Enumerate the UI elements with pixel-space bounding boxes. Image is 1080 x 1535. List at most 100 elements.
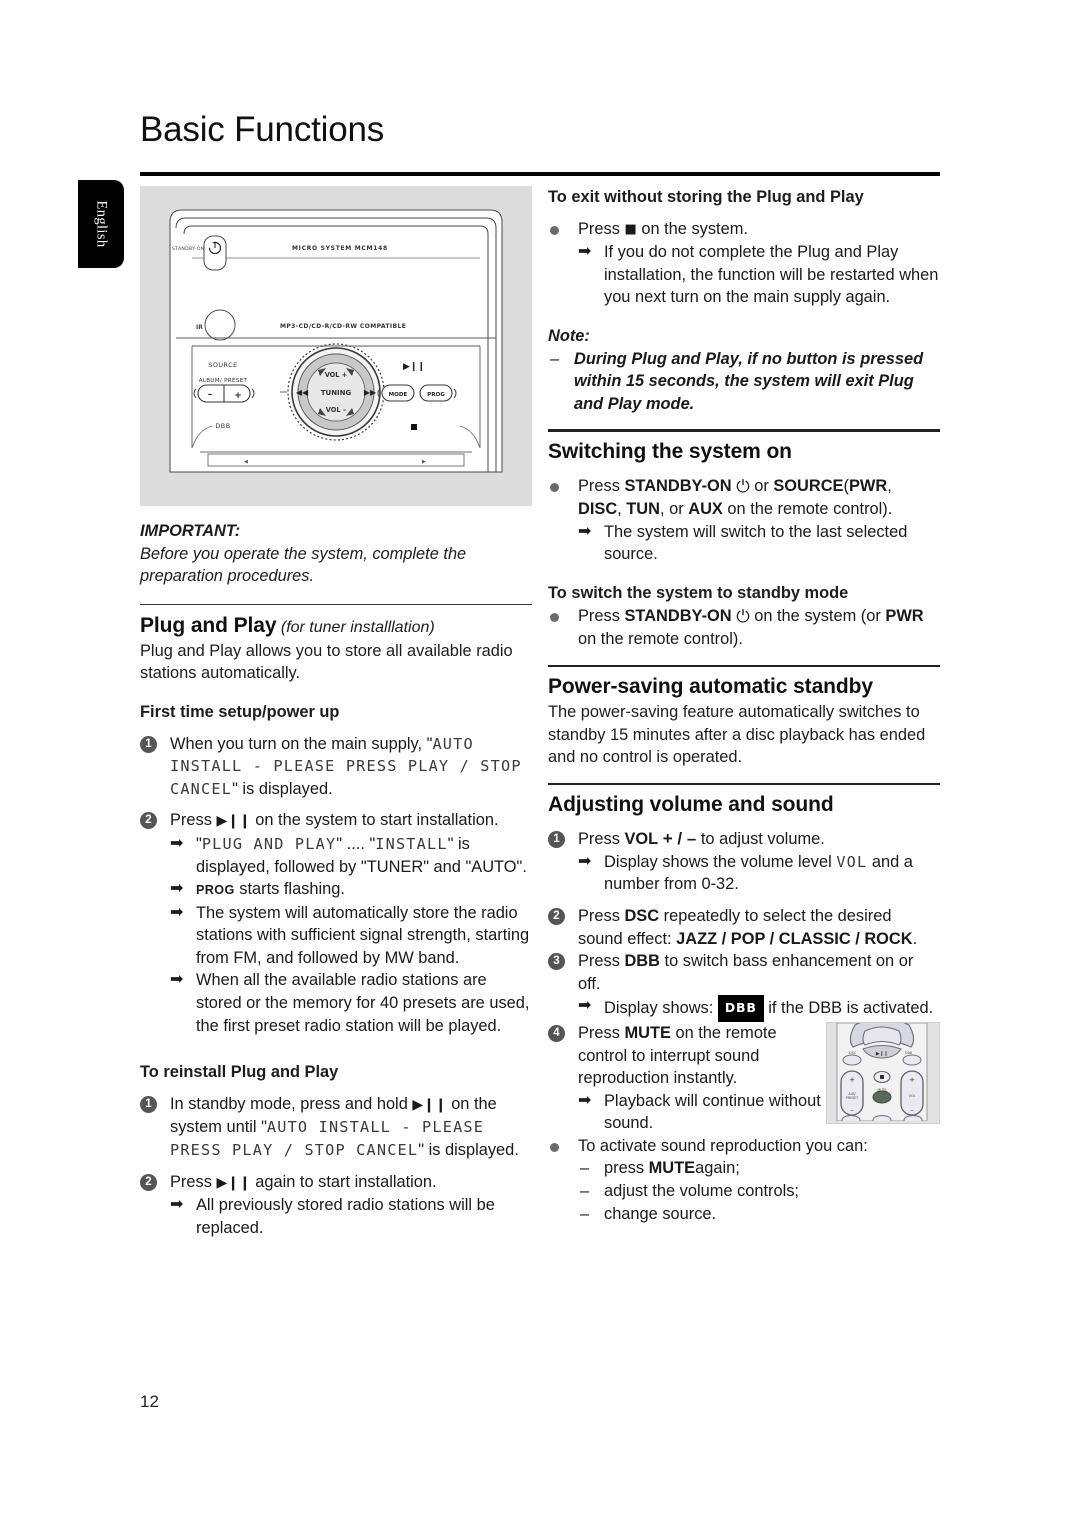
list-item: 3 Press DBB to switch bass enhancement o… — [548, 950, 940, 995]
sub-item: ➡ If you do not complete the Plug and Pl… — [578, 241, 940, 309]
aux-label: AUX — [688, 500, 723, 519]
note-heading: Note: — [548, 326, 590, 345]
svg-text:▶▶: ▶▶ — [364, 388, 377, 397]
bullet-marker — [550, 612, 559, 622]
arrow-right-icon: ➡ — [578, 997, 592, 1015]
svg-text:+: + — [849, 1076, 855, 1084]
step1-text-pre: When you turn on the main supply, " — [170, 734, 433, 753]
source-label: SOURCE — [773, 476, 844, 495]
step-marker-3: 3 — [548, 953, 565, 971]
switch-on-or: or — [754, 476, 769, 495]
bullet-marker — [550, 482, 559, 492]
step-marker-1: 1 — [140, 735, 157, 753]
language-tab: English — [78, 180, 124, 268]
dbb-label: DBB — [624, 952, 660, 971]
svg-text:DSC: DSC — [849, 1051, 857, 1055]
list-item: 1 Press VOL + / – to adjust volume. — [548, 828, 940, 851]
page-number: 12 — [140, 1392, 159, 1411]
vol-step2-post: . — [912, 929, 918, 948]
activate-3-text: change source. — [604, 1204, 717, 1223]
vol-step1a-pre: Display shows the volume level — [604, 852, 832, 871]
list-item: 2 Press DSC repeatedly to select the des… — [548, 905, 940, 950]
step1-text-post: " is displayed. — [232, 779, 333, 798]
language-tab-label: English — [93, 200, 110, 248]
play-pause-icon: ▶❙❙ — [216, 1174, 251, 1191]
important-body: Before you operate the system, complete … — [140, 544, 467, 586]
sub-item: ➡ The system will switch to the last sel… — [578, 521, 940, 566]
standby-mode-heading: To switch the system to standby mode — [548, 584, 849, 603]
sub-item: – adjust the volume controls; — [578, 1180, 940, 1203]
sub-item: – press MUTEagain; — [578, 1157, 940, 1180]
vol-lcd-label: VOL — [836, 852, 868, 871]
arrow-right-icon: ➡ — [578, 852, 592, 870]
standby-mid: on the system (or — [754, 606, 881, 625]
list-item: Press ■ on the system. — [548, 218, 940, 242]
step2-text-post: on the system to start installation. — [255, 811, 499, 830]
vol-step4-pre: Press — [578, 1023, 620, 1042]
svg-text:◀: ◀ — [244, 459, 248, 465]
tun-label: TUN — [626, 500, 660, 519]
switch-on-arrow-text: The system will switch to the last selec… — [604, 522, 908, 564]
stop-icon: ■ — [624, 221, 637, 237]
play-pause-icon: ▶❙❙ — [216, 813, 251, 830]
mute-label: MUTE — [648, 1159, 696, 1178]
reinstall-heading: To reinstall Plug and Play — [140, 1063, 339, 1082]
comma-2: , — [617, 500, 622, 519]
activate-2-text: adjust the volume controls; — [604, 1182, 799, 1201]
list-item: 4 Press MUTE on the remote control to in… — [548, 1022, 828, 1090]
sub-item: ➡ Playback will continue without sound. — [578, 1090, 854, 1135]
title-divider — [140, 172, 940, 176]
step-marker-4: 4 — [548, 1024, 565, 1042]
exit-arrow-text: If you do not complete the Plug and Play… — [604, 243, 939, 307]
svg-text:–: – — [910, 1106, 914, 1114]
svg-text:IR: IR — [196, 324, 203, 331]
svg-text:PROG: PROG — [427, 392, 445, 398]
list-item: To activate sound reproduction you can: — [548, 1135, 940, 1158]
sub-item: ➡ Display shows the volume level VOL and… — [578, 851, 940, 896]
vol-step1-pre: Press — [578, 830, 620, 849]
svg-text:SOURCE: SOURCE — [208, 361, 237, 369]
svg-text:MP3-CD/CD-R/CD-RW COMPATIBLE: MP3-CD/CD-R/CD-RW COMPATIBLE — [280, 323, 406, 330]
mute-label: MUTE — [624, 1023, 671, 1042]
vol-step4a-text: Playback will continue without sound. — [604, 1091, 821, 1133]
sub-item: ➡ When all the available radio stations … — [170, 969, 532, 1037]
disc-label: DISC — [578, 500, 618, 519]
svg-text:ALBUM/ PRESET: ALBUM/ PRESET — [199, 378, 248, 384]
plug-and-play-heading-row: Plug and Play (for tuner installlation) — [140, 613, 532, 640]
list-item: 1 In standby mode, press and hold ▶❙❙ on… — [140, 1093, 532, 1162]
svg-text:MICRO SYSTEM MCM148: MICRO SYSTEM MCM148 — [292, 245, 388, 252]
step2a-lcd-1: PLUG AND PLAY — [201, 834, 337, 853]
vol-step3-pre: Press — [578, 952, 620, 971]
power-saving-body: The power-saving feature automatically s… — [548, 703, 926, 767]
standby-tail: on the remote control). — [578, 630, 743, 649]
vol-label: VOL — [624, 830, 659, 849]
power-icon: ⏻ — [736, 606, 750, 627]
svg-text:VOL –: VOL – — [326, 406, 346, 414]
svg-text:–: – — [208, 390, 213, 400]
power-icon: ⏻ — [736, 476, 750, 497]
svg-text:+: + — [234, 391, 242, 401]
step2b-text: starts flashing. — [239, 880, 345, 899]
step2b-prog-label: PROG — [196, 883, 235, 898]
arrow-right-icon: ➡ — [170, 1196, 184, 1214]
step-marker-1: 1 — [140, 1095, 157, 1113]
vol-step1-post: to adjust volume. — [700, 830, 825, 849]
svg-text:VOL +: VOL + — [325, 371, 348, 379]
dbb-status-badge: DBB — [717, 995, 764, 1022]
list-item: 1 When you turn on the main supply, "AUT… — [140, 733, 532, 801]
standby-on-label: STANDBY-ON — [624, 606, 732, 625]
bullet-marker — [550, 1142, 559, 1152]
svg-text:DBB: DBB — [905, 1051, 913, 1055]
list-item: 2 Press ▶❙❙ on the system to start insta… — [140, 809, 532, 833]
exit-heading: To exit without storing the Plug and Pla… — [548, 188, 864, 206]
pwr-label: PWR — [848, 476, 888, 495]
